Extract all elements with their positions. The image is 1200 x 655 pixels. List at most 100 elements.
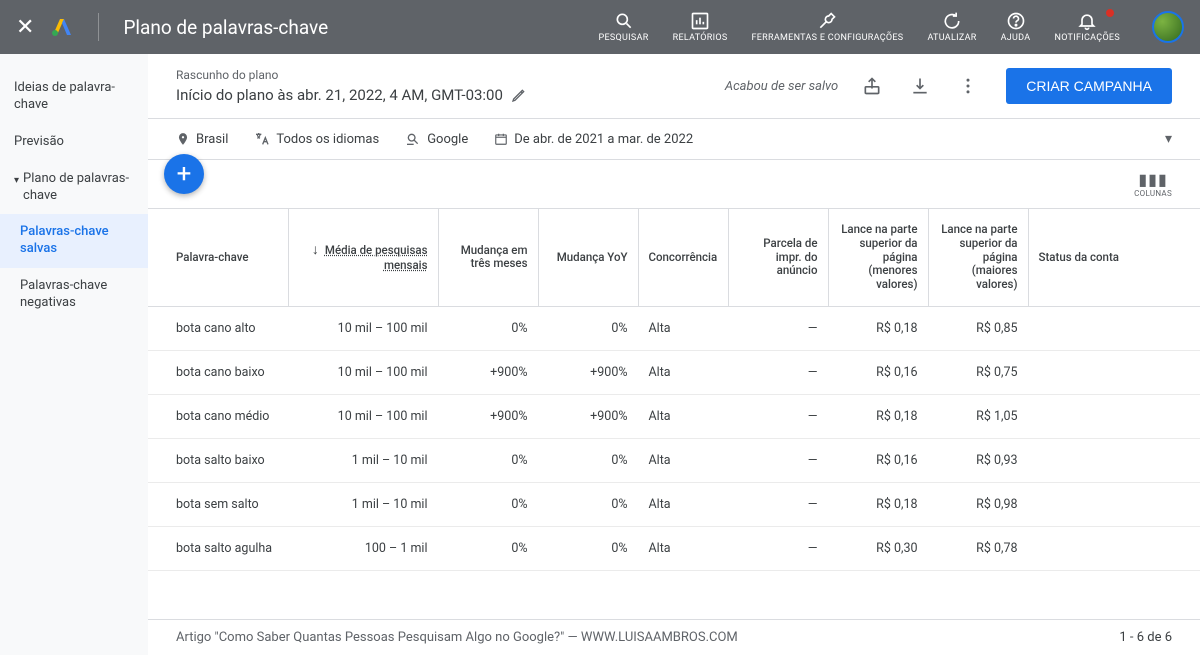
sort-down-icon: ↓: [312, 242, 319, 258]
close-icon[interactable]: ✕: [16, 15, 34, 40]
tools-settings-button[interactable]: Ferramentas e configurações: [751, 11, 903, 43]
cell-impr-share: —: [728, 438, 828, 482]
col-keyword[interactable]: Palavra-chave: [148, 209, 288, 306]
cell-top-high: R$ 1,05: [928, 394, 1028, 438]
table-row[interactable]: bota cano baixo10 mil – 100 mil+900%+900…: [148, 350, 1200, 394]
cell-competition: Alta: [638, 394, 728, 438]
more-vert-icon[interactable]: [958, 76, 978, 96]
pagination-label: 1 - 6 de 6: [1119, 630, 1172, 645]
cell-top-low: R$ 0,16: [828, 438, 928, 482]
cell-change-3m: +900%: [438, 350, 538, 394]
header-left: ✕ Plano de palavras-chave: [16, 13, 328, 41]
download-icon[interactable]: [910, 76, 930, 96]
add-button[interactable]: +: [164, 154, 204, 194]
cell-change-3m: 0%: [438, 306, 538, 350]
filter-language[interactable]: Todos os idiomas: [254, 131, 379, 147]
cell-change-yoy: 0%: [538, 306, 638, 350]
cell-competition: Alta: [638, 438, 728, 482]
cell-status: [1028, 438, 1200, 482]
header-tools: Pesquisar Relatórios Ferramentas e confi…: [599, 11, 1184, 43]
search-network-icon: [405, 131, 421, 147]
divider: [98, 13, 99, 41]
col-change-3m[interactable]: Mudança em três meses: [438, 209, 538, 306]
sidebar-item-ideas[interactable]: Ideias de palavra-chave: [0, 70, 148, 124]
cell-change-yoy: +900%: [538, 394, 638, 438]
search-button[interactable]: Pesquisar: [599, 11, 649, 43]
cell-avg: 1 mil – 10 mil: [288, 482, 438, 526]
table-row[interactable]: bota cano alto10 mil – 100 mil0%0%Alta—R…: [148, 306, 1200, 350]
table-row[interactable]: bota sem salto1 mil – 10 mil0%0%Alta—R$ …: [148, 482, 1200, 526]
chevron-down-icon[interactable]: ▾: [1165, 131, 1172, 147]
cell-impr-share: —: [728, 482, 828, 526]
refresh-button[interactable]: Atualizar: [927, 11, 976, 43]
cell-avg: 10 mil – 100 mil: [288, 350, 438, 394]
cell-top-low: R$ 0,18: [828, 394, 928, 438]
avatar[interactable]: [1152, 11, 1184, 43]
sidebar-item-saved-keywords[interactable]: Palavras-chave salvas: [0, 214, 148, 268]
cell-keyword: bota salto agulha: [148, 526, 288, 570]
table-row[interactable]: bota cano médio10 mil – 100 mil+900%+900…: [148, 394, 1200, 438]
cell-change-3m: 0%: [438, 438, 538, 482]
col-change-yoy[interactable]: Mudança YoY: [538, 209, 638, 306]
bell-icon: [1077, 11, 1097, 31]
col-avg-searches[interactable]: ↓Média de pesquisas mensais: [288, 209, 438, 306]
help-button[interactable]: Ajuda: [1001, 11, 1031, 43]
notifications-button[interactable]: Notificações: [1054, 11, 1120, 43]
cell-change-3m: 0%: [438, 526, 538, 570]
keywords-table: Palavra-chave ↓Média de pesquisas mensai…: [148, 209, 1200, 571]
help-icon: [1006, 11, 1026, 31]
filter-network[interactable]: Google: [405, 131, 468, 147]
calendar-icon: [494, 132, 508, 146]
col-top-high[interactable]: Lance na parte superior da página (maior…: [928, 209, 1028, 306]
cell-change-yoy: 0%: [538, 438, 638, 482]
cell-competition: Alta: [638, 350, 728, 394]
plan-subtext: Rascunho do plano: [176, 68, 725, 82]
cell-avg: 100 – 1 mil: [288, 526, 438, 570]
filter-location[interactable]: Brasil: [176, 132, 228, 147]
sidebar-item-plan[interactable]: Plano de palavras-chave: [0, 161, 148, 215]
col-top-low[interactable]: Lance na parte superior da página (menor…: [828, 209, 928, 306]
cell-keyword: bota cano baixo: [148, 350, 288, 394]
reports-button[interactable]: Relatórios: [673, 11, 728, 43]
col-impr-share[interactable]: Parcela de impr. do anúncio: [728, 209, 828, 306]
cell-top-high: R$ 0,78: [928, 526, 1028, 570]
app-header: ✕ Plano de palavras-chave Pesquisar Rela…: [0, 0, 1200, 54]
footer: Artigo "Como Saber Quantas Pessoas Pesqu…: [148, 619, 1200, 655]
plan-actions: CRIAR CAMPANHA: [862, 68, 1172, 104]
sidebar-item-forecast[interactable]: Previsão: [0, 124, 148, 161]
cell-keyword: bota salto baixo: [148, 438, 288, 482]
columns-button[interactable]: ▮▮▮ COLUNAS: [1134, 170, 1172, 198]
plan-header: Rascunho do plano Início do plano às abr…: [148, 54, 1200, 119]
table-container: Palavra-chave ↓Média de pesquisas mensai…: [148, 209, 1200, 619]
refresh-icon: [942, 11, 962, 31]
wrench-icon: [817, 11, 837, 31]
main-content: Rascunho do plano Início do plano às abr…: [148, 54, 1200, 655]
cell-impr-share: —: [728, 306, 828, 350]
cell-competition: Alta: [638, 482, 728, 526]
col-account-status[interactable]: Status da conta: [1028, 209, 1200, 306]
col-competition[interactable]: Concorrência: [638, 209, 728, 306]
cell-impr-share: —: [728, 350, 828, 394]
cell-top-high: R$ 0,98: [928, 482, 1028, 526]
pencil-icon[interactable]: [511, 87, 527, 103]
google-ads-logo-icon: [50, 15, 74, 39]
table-row[interactable]: bota salto agulha100 – 1 mil0%0%Alta—R$ …: [148, 526, 1200, 570]
share-icon[interactable]: [862, 76, 882, 96]
search-icon: [614, 11, 634, 31]
cell-impr-share: —: [728, 394, 828, 438]
cell-keyword: bota sem salto: [148, 482, 288, 526]
cell-top-high: R$ 0,75: [928, 350, 1028, 394]
sidebar-item-negative-keywords[interactable]: Palavras-chave negativas: [0, 268, 148, 322]
cell-competition: Alta: [638, 526, 728, 570]
save-status: Acabou de ser salvo: [725, 79, 838, 94]
create-campaign-button[interactable]: CRIAR CAMPANHA: [1006, 68, 1172, 104]
cell-top-low: R$ 0,30: [828, 526, 928, 570]
cell-avg: 1 mil – 10 mil: [288, 438, 438, 482]
table-row[interactable]: bota salto baixo1 mil – 10 mil0%0%Alta—R…: [148, 438, 1200, 482]
footer-caption: Artigo "Como Saber Quantas Pessoas Pesqu…: [176, 630, 1119, 645]
cell-avg: 10 mil – 100 mil: [288, 394, 438, 438]
filter-daterange[interactable]: De abr. de 2021 a mar. de 2022: [494, 132, 693, 147]
cell-keyword: bota cano médio: [148, 394, 288, 438]
cell-status: [1028, 350, 1200, 394]
cell-top-high: R$ 0,85: [928, 306, 1028, 350]
